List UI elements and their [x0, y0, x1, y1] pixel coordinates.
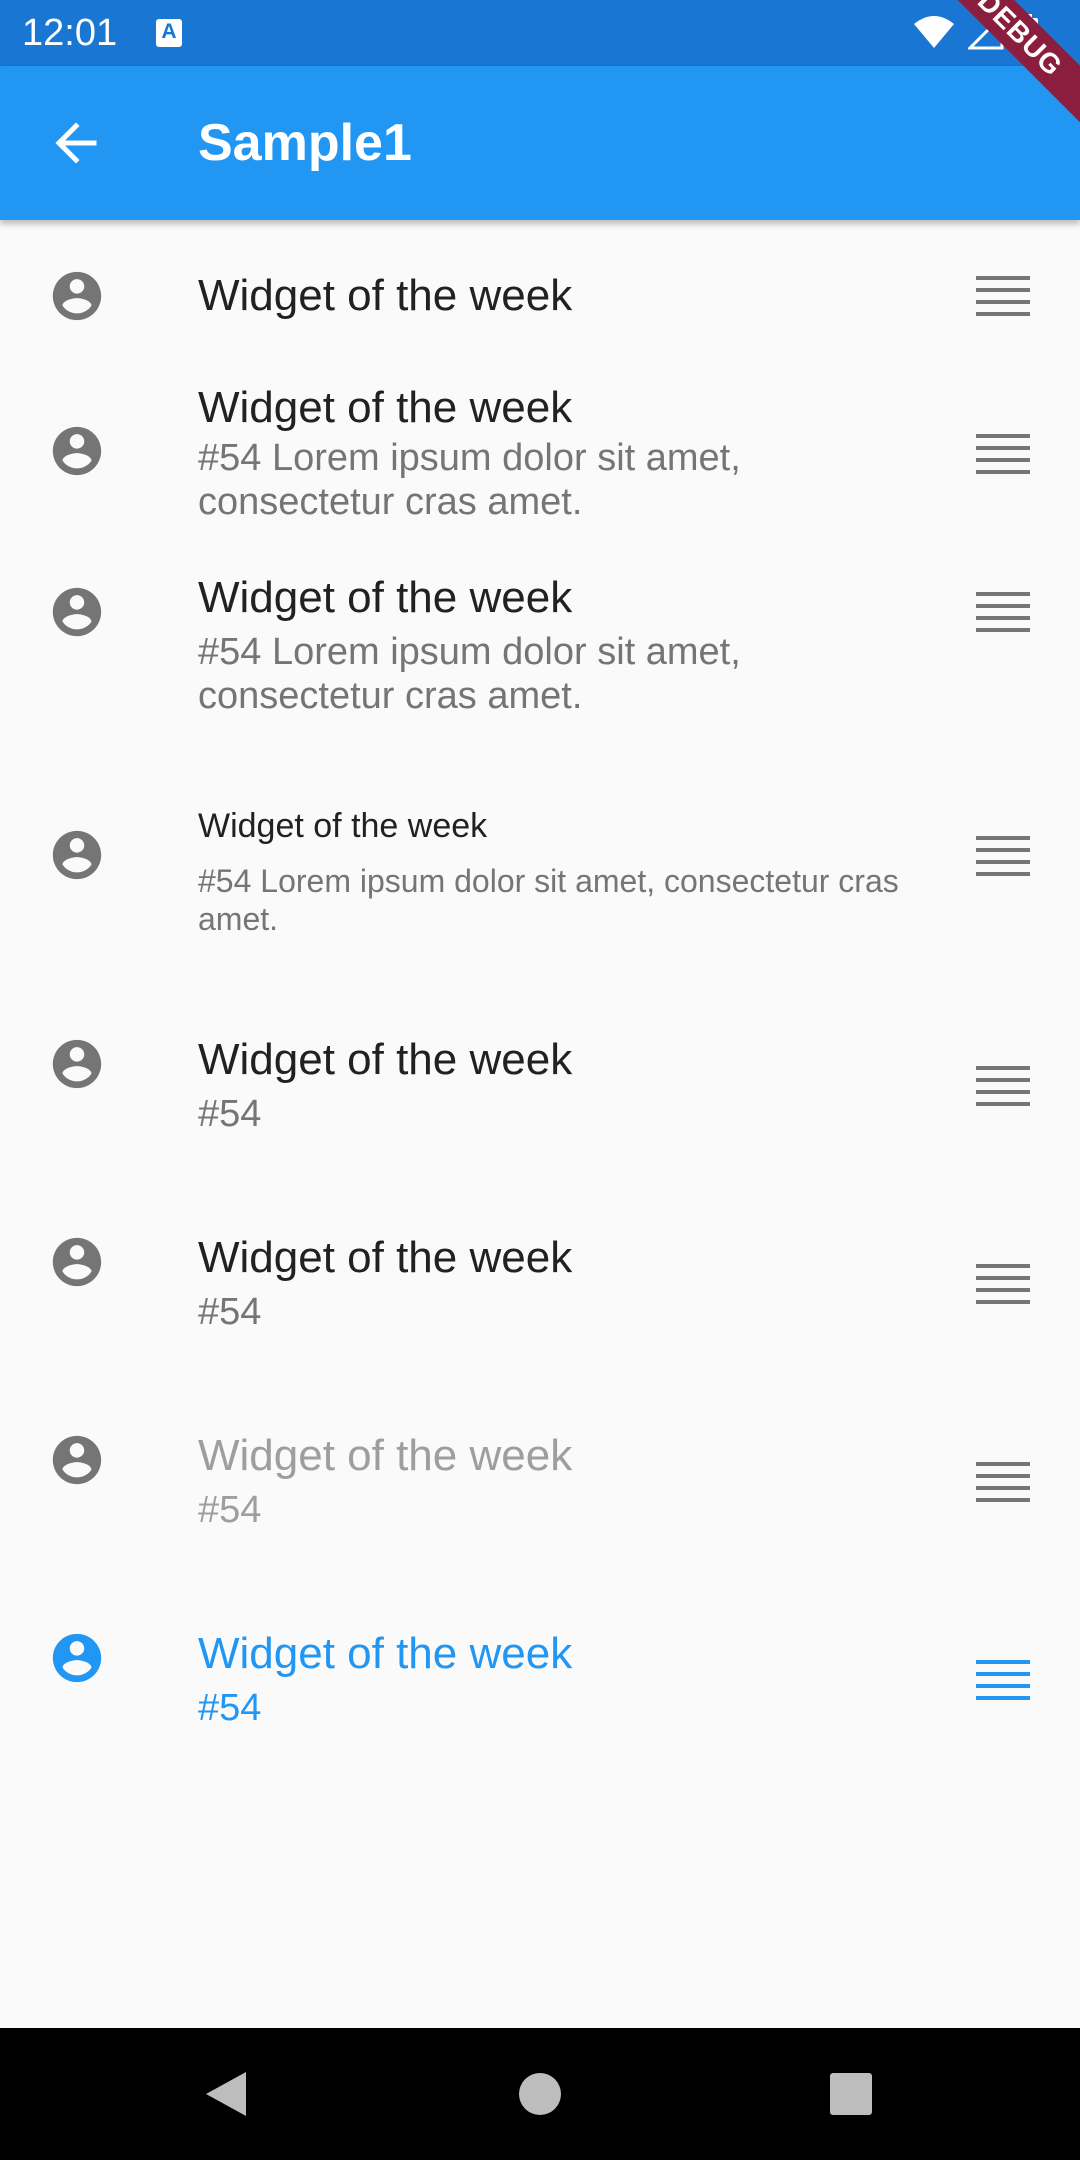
list-tile[interactable]: Widget of the week: [0, 220, 1080, 372]
tile-title: Widget of the week: [198, 1431, 573, 1480]
arrow-back-icon: [55, 122, 97, 164]
account-circle-icon: [52, 426, 102, 476]
debug-banner-wrap: DEBUG: [920, 0, 1080, 160]
app-bar: Sample1: [0, 66, 1080, 220]
nav-recents-icon[interactable]: [830, 2073, 872, 2115]
list-tile[interactable]: Widget of the week #54 Lorem ipsum dolor…: [0, 372, 1080, 542]
tile-subtitle: #54: [198, 1093, 262, 1135]
tile-subtitle: #54: [198, 1687, 262, 1729]
tile-title: Widget of the week: [198, 573, 573, 622]
account-circle-icon: [52, 1237, 102, 1287]
tile-title: Widget of the week: [198, 383, 573, 432]
drag-handle-icon[interactable]: [976, 836, 1030, 876]
list-tile[interactable]: Widget of the week #54 Lorem ipsum dolor…: [0, 560, 1080, 740]
drag-handle-icon[interactable]: [976, 1264, 1030, 1304]
account-circle-icon: [52, 1039, 102, 1089]
nav-back-icon[interactable]: [202, 2070, 248, 2118]
system-nav-bar: [0, 2028, 1080, 2160]
tile-subtitle: #54: [198, 1291, 262, 1333]
drag-handle-icon[interactable]: [976, 276, 1030, 316]
tile-title: Widget of the week: [198, 807, 488, 845]
tile-subtitle: #54 Lorem ipsum dolor sit amet, consecte…: [198, 437, 741, 523]
tile-title: Widget of the week: [198, 1629, 573, 1678]
list-tile[interactable]: Widget of the week #54 Lorem ipsum dolor…: [0, 770, 1080, 940]
tile-subtitle: #54 Lorem ipsum dolor sit amet, consecte…: [198, 631, 741, 717]
tile-title: Widget of the week: [198, 1035, 573, 1084]
list-tile-selected[interactable]: Widget of the week #54: [0, 1604, 1080, 1754]
page-title: Sample1: [198, 114, 412, 172]
nav-home-icon[interactable]: [518, 2072, 562, 2116]
drag-handle-icon[interactable]: [976, 592, 1030, 632]
drag-handle-icon: [976, 1462, 1030, 1502]
status-time: 12:01: [22, 12, 118, 54]
debug-banner: DEBUG: [920, 0, 1080, 141]
drag-handle-icon[interactable]: [976, 1660, 1030, 1700]
account-circle-icon: [52, 271, 102, 321]
account-circle-icon: [52, 587, 102, 637]
text-input-icon: A: [156, 19, 182, 47]
list-tile[interactable]: Widget of the week #54: [0, 1208, 1080, 1358]
drag-handle-icon[interactable]: [976, 1066, 1030, 1106]
tile-subtitle: #54 Lorem ipsum dolor sit amet, consecte…: [198, 863, 899, 937]
account-circle-icon: [52, 1633, 102, 1683]
list-tile-disabled: Widget of the week #54: [0, 1406, 1080, 1556]
back-button[interactable]: [44, 110, 110, 176]
tile-title: Widget of the week: [198, 1233, 573, 1282]
drag-handle-icon[interactable]: [976, 434, 1030, 474]
tile-title: Widget of the week: [198, 271, 573, 320]
list-tile[interactable]: Widget of the week #54: [0, 1010, 1080, 1160]
tile-subtitle: #54: [198, 1489, 262, 1531]
status-bar: 12:01 A: [0, 0, 1080, 66]
account-circle-icon: [52, 830, 102, 880]
account-circle-icon: [52, 1435, 102, 1485]
